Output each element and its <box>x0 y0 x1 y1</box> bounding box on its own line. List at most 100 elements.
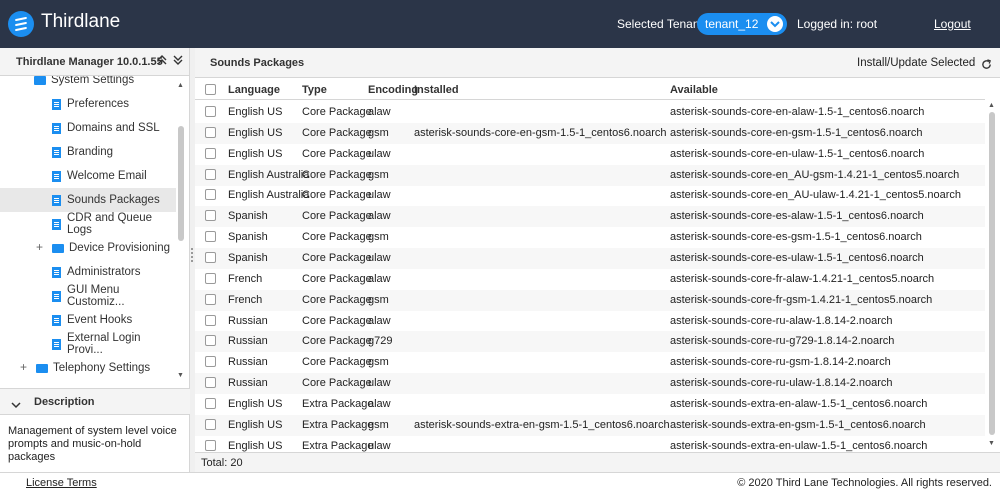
tree-item-telephony-settings[interactable]: Telephony Settings <box>0 356 176 380</box>
table-row[interactable]: English US Core Package gsm asterisk-sounds… <box>195 122 985 144</box>
table-row[interactable]: Russian Core Package g729 asterisk-sounds-c… <box>195 331 985 353</box>
tree-item-administrators[interactable]: Administrators <box>0 260 176 284</box>
refresh-icon[interactable] <box>981 57 992 75</box>
row-checkbox[interactable] <box>205 335 216 347</box>
table-row[interactable]: Spanish Core Package gsm asterisk-sounds-co… <box>195 227 985 248</box>
navigation-scrollbar[interactable]: ▲ ▼ <box>176 76 187 384</box>
document-icon <box>52 314 61 326</box>
collapse-down-icon[interactable] <box>173 55 183 68</box>
tree-item-device-provisioning[interactable]: Device Provisioning <box>0 236 176 260</box>
cell-language: English US <box>228 106 283 118</box>
tree-item-external-login-providers[interactable]: External Login Provi... <box>0 332 176 356</box>
grid-scrollbar[interactable]: ▲ ▼ <box>986 100 998 452</box>
tree-item-label: Branding <box>67 146 114 158</box>
cell-type: Extra Package <box>302 439 374 452</box>
license-terms-link[interactable]: License Terms <box>26 477 97 489</box>
column-header-encoding[interactable]: Encoding <box>368 84 418 96</box>
table-row[interactable]: English US Core Package alaw asterisk-sound… <box>195 102 985 123</box>
cell-language: French <box>228 272 263 285</box>
cell-available: asterisk-sounds-extra-en-alaw-1.5-1_cent… <box>670 397 928 410</box>
table-row[interactable]: English US Extra Package alaw asterisk-soun… <box>195 394 985 415</box>
row-checkbox[interactable] <box>205 231 216 243</box>
cell-available: asterisk-sounds-core-es-gsm-1.5-1_centos… <box>670 231 922 244</box>
tree-item-branding[interactable]: Branding <box>0 140 176 164</box>
description-header[interactable]: Description <box>0 388 190 415</box>
tree-item-sounds-packages[interactable]: Sounds Packages <box>0 188 176 212</box>
column-header-installed[interactable]: Installed <box>414 84 459 96</box>
table-row[interactable]: Russian Core Package gsm asterisk-sounds-co… <box>195 352 985 373</box>
cell-encoding: g729 <box>368 335 393 348</box>
top-bar: Thirdlane Selected Tenant : tenant_12 Lo… <box>0 0 1000 48</box>
table-row[interactable]: French Core Package gsm asterisk-sounds-cor… <box>195 289 985 311</box>
row-checkbox[interactable] <box>205 126 216 138</box>
cell-type: Core Package <box>302 356 372 369</box>
chevron-down-icon <box>767 16 783 32</box>
table-row[interactable]: English US Core Package ulaw asterisk-sound… <box>195 144 985 165</box>
row-checkbox[interactable] <box>205 377 216 389</box>
row-checkbox[interactable] <box>205 293 216 305</box>
table-row[interactable]: Russian Core Package alaw asterisk-sounds-c… <box>195 311 985 332</box>
tree-item-preferences[interactable]: Preferences <box>0 92 176 116</box>
cell-available: asterisk-sounds-core-en_AU-ulaw-1.4.21-1… <box>670 189 962 202</box>
row-checkbox[interactable] <box>205 106 216 117</box>
cell-encoding: alaw <box>368 272 391 285</box>
column-header-available[interactable]: Available <box>670 84 718 96</box>
tree-item-welcome-email[interactable]: Welcome Email <box>0 164 176 188</box>
install-update-selected-button[interactable]: Install/Update Selected <box>857 57 975 69</box>
table-row[interactable]: English Australia Core Package gsm asterisk… <box>195 164 985 186</box>
document-icon <box>52 98 61 110</box>
row-checkbox[interactable] <box>205 189 216 201</box>
cell-type: Core Package <box>302 272 372 285</box>
row-checkbox[interactable] <box>205 356 216 368</box>
description-title: Description <box>34 396 95 408</box>
tree-item-gui-menu-customization[interactable]: GUI Menu Customiz... <box>0 284 176 308</box>
column-header-type[interactable]: Type <box>302 84 327 96</box>
select-all-checkbox[interactable] <box>205 84 216 95</box>
table-row[interactable]: English US Extra Package gsm asterisk-sound… <box>195 414 985 436</box>
row-checkbox[interactable] <box>205 272 216 284</box>
scroll-down-arrow-icon[interactable]: ▼ <box>177 372 184 379</box>
tree-item-domains-and-ssl[interactable]: Domains and SSL <box>0 116 176 140</box>
total-count: Total: 20 <box>201 457 243 469</box>
table-row[interactable]: Spanish Core Package alaw asterisk-sounds-c… <box>195 206 985 228</box>
row-checkbox[interactable] <box>205 251 216 263</box>
row-checkbox[interactable] <box>205 210 216 222</box>
tenant-select[interactable]: tenant_12 <box>697 13 787 35</box>
table-row[interactable]: Russian Core Package ulaw asterisk-sounds-c… <box>195 373 985 395</box>
row-checkbox[interactable] <box>205 397 216 409</box>
tree-item-system-settings[interactable]: System Settings <box>34 76 174 92</box>
splitter-grip-icon <box>191 248 193 264</box>
row-checkbox[interactable] <box>205 439 216 451</box>
cell-encoding: gsm <box>368 418 389 431</box>
scroll-up-arrow-icon[interactable]: ▲ <box>988 102 995 109</box>
copyright-text: © 2020 Third Lane Technologies. All righ… <box>737 477 992 489</box>
tree-item-label: Welcome Email <box>67 170 147 182</box>
chevron-down-icon[interactable] <box>11 396 21 414</box>
scroll-down-arrow-icon[interactable]: ▼ <box>988 440 995 447</box>
tree-item-label: Domains and SSL <box>67 122 160 134</box>
row-checkbox[interactable] <box>205 168 216 180</box>
cell-available: asterisk-sounds-core-en-alaw-1.5-1_cento… <box>670 106 925 118</box>
collapse-up-icon[interactable] <box>157 55 167 68</box>
navigation-scrollbar-thumb[interactable] <box>178 126 184 241</box>
column-header-language[interactable]: Language <box>228 84 280 96</box>
document-icon <box>52 146 61 158</box>
tree-item-cdr-and-queue-logs[interactable]: CDR and Queue Logs <box>0 212 176 236</box>
table-row[interactable]: English US Extra Package ulaw asterisk-soun… <box>195 436 985 452</box>
table-row[interactable]: French Core Package alaw asterisk-sounds-co… <box>195 269 985 290</box>
cell-available: asterisk-sounds-core-es-ulaw-1.5-1_cento… <box>670 251 924 264</box>
tree-item-label: Telephony Settings <box>53 362 151 374</box>
row-checkbox[interactable] <box>205 314 216 326</box>
grid-scrollbar-thumb[interactable] <box>989 112 995 435</box>
cell-language: Russian <box>228 335 268 348</box>
tree-item-label: Administrators <box>67 266 141 278</box>
table-row[interactable]: Spanish Core Package ulaw asterisk-sounds-c… <box>195 247 985 269</box>
cell-available: asterisk-sounds-core-fr-alaw-1.4.21-1_ce… <box>670 272 935 285</box>
row-checkbox[interactable] <box>205 147 216 159</box>
cell-type: Core Package <box>302 377 372 390</box>
scroll-up-arrow-icon[interactable]: ▲ <box>177 82 184 89</box>
row-checkbox[interactable] <box>205 418 216 430</box>
tree-item-event-hooks[interactable]: Event Hooks <box>0 308 176 332</box>
table-row[interactable]: English Australia Core Package ulaw asteris… <box>195 185 985 206</box>
logout-link[interactable]: Logout <box>934 17 971 31</box>
